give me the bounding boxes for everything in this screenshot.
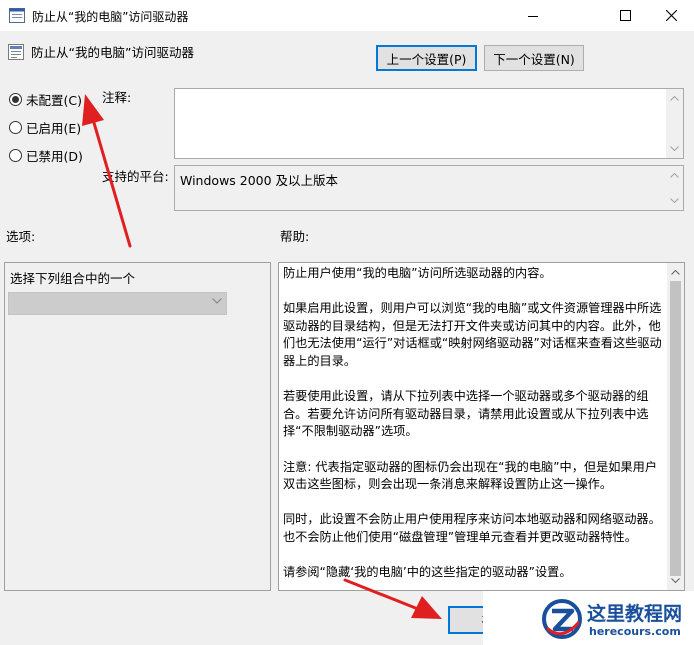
help-paragraph: 同时，此设置不会防止用户使用程序来访问本地驱动器和网络驱动器。也不会防止他们使用…	[283, 512, 661, 544]
policy-setting-icon	[8, 44, 24, 60]
help-text: 防止用户使用“我的电脑”访问所选驱动器的内容。 如果启用此设置，则用户可以浏览“…	[283, 265, 668, 590]
options-label: 选项:	[6, 229, 36, 244]
title-bar: 防止从“我的电脑”访问驱动器	[0, 0, 694, 31]
help-paragraph: 注意: 代表指定驱动器的图标仍会出现在“我的电脑”中，但是如果用户双击这些图标，…	[283, 459, 658, 492]
comment-textarea[interactable]	[174, 88, 684, 159]
help-paragraph: 如果启用此设置，则用户可以浏览“我的电脑”或文件资源管理器中所选驱动器的目录结构…	[283, 301, 662, 368]
help-paragraph: 防止用户使用“我的电脑”访问所选驱动器的内容。	[283, 266, 552, 280]
scroll-up-icon[interactable]	[666, 90, 683, 107]
platform-scrollbar[interactable]	[666, 166, 683, 210]
watermark-logo-icon	[542, 599, 582, 639]
drive-combination-dropdown[interactable]	[8, 292, 227, 315]
watermark: 这里教程网 herecours.com	[483, 591, 694, 645]
supported-platform-value: Windows 2000 及以上版本	[180, 173, 339, 188]
window-title: 防止从“我的电脑”访问驱动器	[32, 10, 189, 24]
scroll-down-icon[interactable]	[666, 140, 683, 157]
annotation-arrow-head	[82, 94, 104, 126]
help-paragraph: 请参阅“隐藏‘我的电脑’中的这些指定的驱动器”设置。	[283, 565, 572, 580]
annotation-arrow-head	[411, 596, 442, 619]
maximize-icon	[619, 10, 631, 21]
radio-not-configured[interactable]: 未配置(C)	[9, 90, 82, 108]
minimize-button[interactable]	[510, 0, 556, 31]
comment-scrollbar[interactable]	[666, 89, 683, 158]
radio-label: 已启用(E)	[26, 120, 82, 136]
supported-platform-box: Windows 2000 及以上版本	[174, 165, 684, 211]
help-scrollbar[interactable]	[667, 263, 684, 590]
chevron-down-icon	[212, 298, 222, 304]
scroll-down-icon[interactable]	[666, 192, 683, 209]
next-setting-button[interactable]: 下一个设置(N)	[484, 45, 584, 71]
watermark-site-url: herecours.com	[589, 625, 681, 638]
radio-label: 已禁用(D)	[26, 148, 83, 164]
scroll-thumb[interactable]	[670, 281, 681, 576]
help-paragraph: 若要使用此设置，请从下拉列表中选择一个驱动器或多个驱动器的组合。若要允许访问所有…	[283, 389, 649, 439]
supported-platform-label: 支持的平台:	[102, 169, 169, 184]
scroll-down-icon[interactable]	[667, 572, 684, 589]
maximize-button[interactable]	[602, 0, 648, 31]
radio-button[interactable]	[9, 120, 22, 134]
scroll-up-icon[interactable]	[666, 167, 683, 184]
drive-combo-caption: 选择下列组合中的一个	[10, 271, 136, 286]
setting-title: 防止从“我的电脑”访问驱动器	[31, 45, 194, 60]
radio-button[interactable]	[9, 92, 22, 106]
previous-setting-button[interactable]: 上一个设置(P)	[376, 45, 477, 71]
comment-label: 注释:	[102, 90, 132, 105]
policy-app-icon	[9, 8, 25, 23]
radio-button[interactable]	[9, 148, 22, 162]
minimize-icon	[528, 15, 538, 17]
close-button[interactable]	[648, 0, 694, 31]
help-pane: 防止用户使用“我的电脑”访问所选驱动器的内容。 如果启用此设置，则用户可以浏览“…	[278, 262, 685, 591]
help-label: 帮助:	[280, 229, 310, 244]
close-icon	[665, 10, 677, 21]
scroll-up-icon[interactable]	[667, 264, 684, 281]
watermark-site-name: 这里教程网	[587, 603, 683, 625]
radio-disabled[interactable]: 已禁用(D)	[9, 146, 83, 164]
radio-enabled[interactable]: 已启用(E)	[9, 118, 81, 136]
radio-label: 未配置(C)	[26, 92, 82, 108]
